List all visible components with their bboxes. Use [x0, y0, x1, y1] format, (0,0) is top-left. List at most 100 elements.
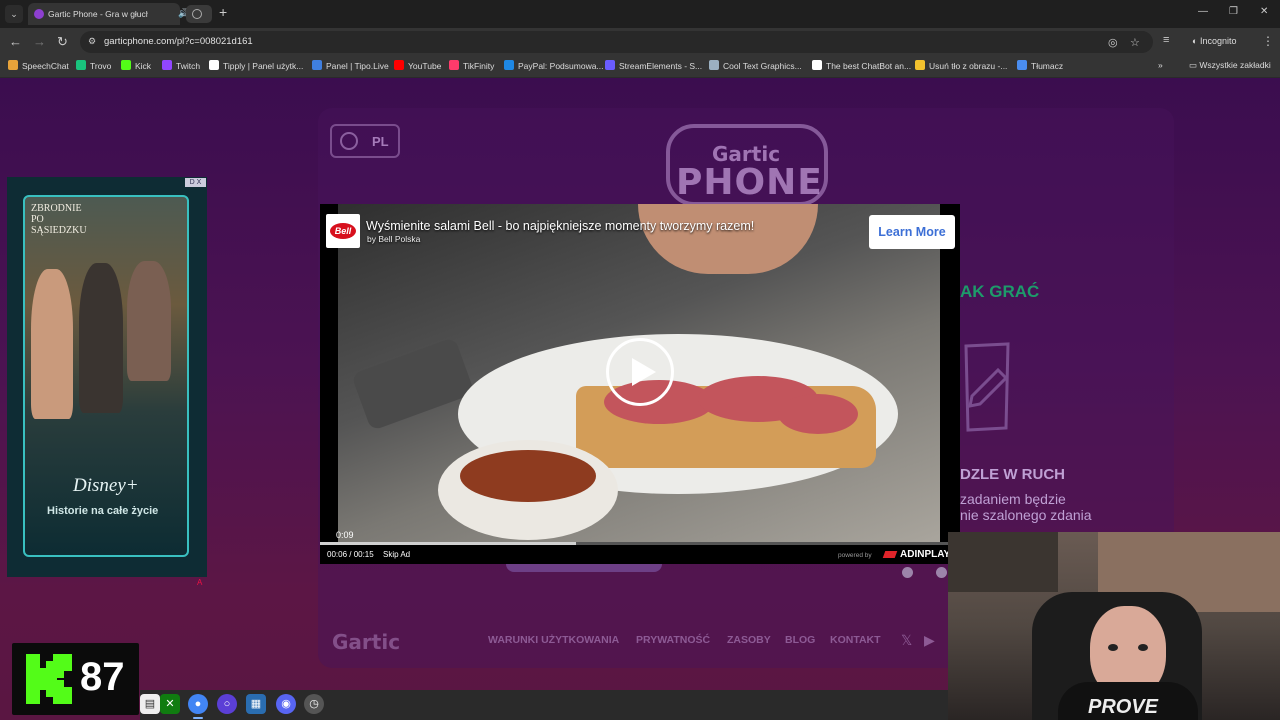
reload-icon[interactable]: ↻ [57, 34, 68, 50]
ad-network-name[interactable]: ADINPLAY [900, 549, 950, 560]
folder-icon: ▭ [1189, 60, 1200, 70]
logo-word-bottom: PHONE [676, 162, 823, 203]
bookmark-cool-text[interactable]: Cool Text Graphics... [709, 60, 802, 71]
loading-icon [192, 9, 202, 19]
address-bar[interactable]: ⚙ garticphone.com/pl?c=008021d161 ◎ ☆ [80, 31, 1153, 53]
bookmark-trovo[interactable]: Trovo [76, 60, 111, 71]
tipo-icon [312, 60, 322, 70]
tab-search-button[interactable]: ⌄ [5, 5, 23, 23]
kick-logo-icon [26, 654, 72, 704]
ad-headline[interactable]: Wyśmienite salami Bell - bo najpiękniejs… [366, 219, 754, 233]
cortana-icon[interactable]: ○ [217, 694, 237, 714]
bookmark-youtube[interactable]: YouTube [394, 60, 441, 71]
browser-menu-icon[interactable]: ⋮ [1262, 34, 1274, 48]
cooltext-icon [709, 60, 719, 70]
remove-bg-icon [915, 60, 925, 70]
footer-link-resources[interactable]: ZASOBY [727, 634, 771, 646]
x-twitter-icon[interactable]: 𝕏 [901, 632, 912, 649]
xbox-icon[interactable]: ✕ [160, 694, 180, 714]
footer-link-privacy[interactable]: PRYWATNOŚĆ [636, 634, 710, 646]
streamer-eye [1138, 644, 1148, 651]
adchoices-icon[interactable]: D X [185, 178, 206, 187]
tab-title: Gartic Phone - Gra w głuche [48, 9, 148, 19]
globe-icon [340, 132, 358, 150]
bookmark-tipo-live[interactable]: Panel | Tipo.Live [312, 60, 389, 71]
play-icon[interactable] [606, 338, 674, 406]
ad-hand [638, 204, 818, 274]
carousel-dot[interactable] [936, 567, 947, 578]
restore-button[interactable]: ❐ [1229, 6, 1238, 17]
viewer-count: 87 [80, 655, 125, 699]
streamelements-icon [605, 60, 615, 70]
streamer-eye [1108, 644, 1118, 651]
incognito-icon: ◐ [1192, 36, 1200, 46]
youtube-social-icon[interactable]: ▶ [924, 632, 935, 649]
youtube-icon [394, 60, 404, 70]
video-time: 00:06 / 00:15 [327, 550, 374, 559]
bookmark-kick[interactable]: Kick [121, 60, 151, 71]
adinplay-logo-icon [882, 551, 898, 558]
trovo-icon [76, 60, 86, 70]
learn-more-button[interactable]: Learn More [869, 215, 955, 249]
back-icon[interactable]: ← [9, 34, 22, 49]
footer-link-blog[interactable]: BLOG [785, 634, 815, 646]
footer-link-terms[interactable]: WARUNKI UŻYTKOWANIA [488, 634, 619, 646]
discord-icon[interactable]: ◉ [276, 694, 296, 714]
bookmark-streamelements[interactable]: StreamElements - S... [605, 60, 702, 71]
powered-by-label: powered by [838, 552, 872, 559]
tab-loading[interactable] [186, 5, 212, 23]
bookmark-tikfinity[interactable]: TikFinity [449, 60, 494, 71]
bookmark-paypal[interactable]: PayPal: Podsumowa... [504, 60, 604, 71]
browser-toolbar: ← → ↻ ⚙ garticphone.com/pl?c=008021d161 … [0, 28, 1280, 56]
incognito-indicator[interactable]: ◐ Incognito [1192, 36, 1236, 46]
webcam-background [948, 532, 1058, 592]
banner-ad[interactable]: D X ZBRODNIE PO SĄSIEDZKU Disney+ Histor… [7, 177, 207, 577]
bell-logo[interactable]: Bell [326, 214, 360, 248]
kick-icon [121, 60, 131, 70]
ad-spatula [351, 336, 475, 432]
app-icon[interactable]: ▦ [246, 694, 266, 714]
clock-icon[interactable]: ◷ [304, 694, 324, 714]
bookmark-twitch[interactable]: Twitch [162, 60, 200, 71]
minimize-button[interactable]: — [1198, 6, 1208, 17]
taskbar: ▤ ✕ ● ○ ▦ ◉ ◷ [140, 690, 948, 720]
ad-person [79, 263, 123, 413]
chrome-icon[interactable]: ● [188, 694, 208, 714]
translate-icon [1017, 60, 1027, 70]
tab-gartic-phone[interactable]: Gartic Phone - Gra w głuche 🔊 ✕ [28, 3, 202, 25]
puzzle-text-line2: nie szalonego zdania [960, 507, 1092, 523]
gartic-phone-logo: Gartic PHONE [662, 120, 832, 210]
language-button[interactable]: PL [330, 124, 400, 158]
url-text[interactable]: garticphone.com/pl?c=008021d161 [104, 36, 253, 47]
ad-show-title: ZBRODNIE PO SĄSIEDZKU [31, 203, 87, 236]
bookmark-remove-bg[interactable]: Usuń tło z obrazu -... [915, 60, 1007, 71]
footer-logo[interactable]: Gartic [332, 630, 400, 654]
site-info-icon[interactable]: ⚙ [88, 36, 100, 48]
close-window-button[interactable]: ✕ [1260, 6, 1268, 17]
new-tab-button[interactable]: + [219, 4, 227, 20]
video-ad-player[interactable]: Bell Wyśmienite salami Bell - bo najpięk… [320, 204, 960, 564]
bookmarks-bar: SpeechChat Trovo Kick Twitch Tipply | Pa… [0, 56, 1280, 78]
speechchat-icon [8, 60, 18, 70]
shirt-text: PROVE [1088, 696, 1159, 718]
carousel-dot[interactable] [902, 567, 913, 578]
disney-plus-logo: Disney+ [73, 475, 139, 496]
eye-off-icon[interactable]: ◎ [1108, 36, 1118, 49]
ad-chili-flakes [460, 450, 596, 502]
bookmarks-overflow-icon[interactable]: » [1158, 60, 1163, 70]
ad-advertiser: by Bell Polska [367, 234, 421, 244]
drawing-icon [964, 342, 1010, 432]
bookmark-star-icon[interactable]: ☆ [1130, 36, 1140, 49]
bookmark-speechchat[interactable]: SpeechChat [8, 60, 69, 71]
reading-list-icon[interactable]: ≡ [1163, 34, 1169, 46]
bookmark-tipply[interactable]: Tipply | Panel użytk... [209, 60, 303, 71]
forward-icon[interactable]: → [33, 34, 46, 49]
bookmark-chatbot[interactable]: The best ChatBot an... [812, 60, 911, 71]
footer-link-contact[interactable]: KONTAKT [830, 634, 881, 646]
video-inline-timestamp: 0:09 [336, 530, 354, 540]
skip-ad-button[interactable]: Skip Ad [383, 550, 410, 559]
all-bookmarks[interactable]: ▭ Wszystkie zakładki [1189, 60, 1271, 71]
paypal-icon [504, 60, 514, 70]
file-explorer-icon[interactable]: ▤ [140, 694, 160, 714]
bookmark-translate[interactable]: Tłumacz [1017, 60, 1063, 71]
